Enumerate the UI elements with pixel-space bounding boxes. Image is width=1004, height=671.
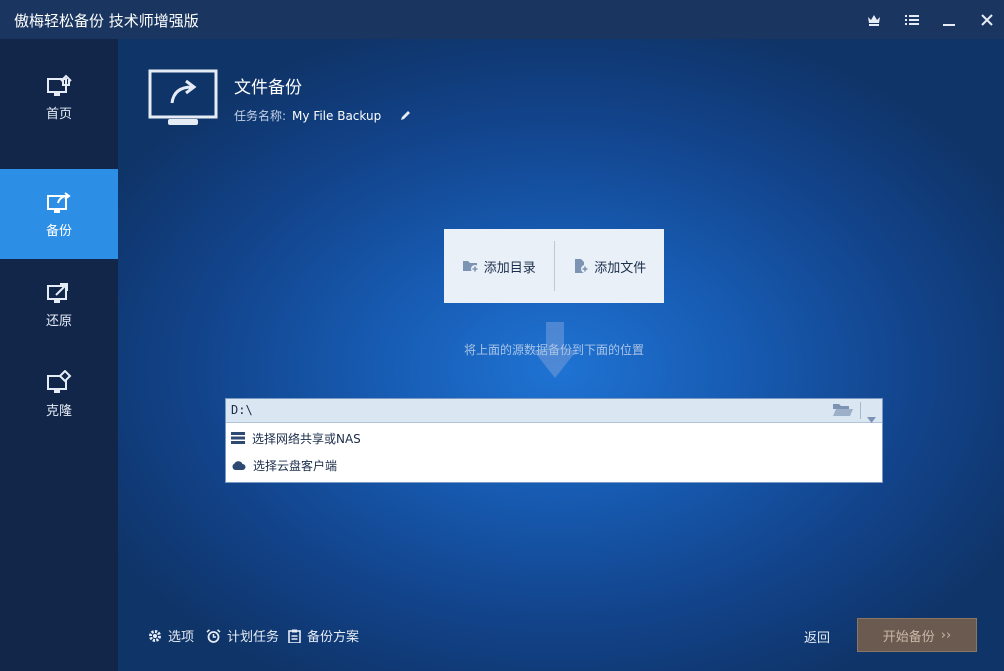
alarm-clock-icon: [206, 628, 221, 643]
backup-icon: [47, 191, 71, 213]
backup-scheme-label: 备份方案: [307, 630, 360, 645]
crown-icon[interactable]: [862, 8, 886, 32]
options-label: 选项: [168, 630, 195, 645]
main-panel: 文件备份 任务名称: My File Backup 添加目录 添加文件 将上面的…: [118, 39, 1004, 671]
sidebar-item-label: 克隆: [45, 403, 72, 419]
add-file-button[interactable]: 添加文件: [555, 229, 665, 303]
source-selector: 添加目录 添加文件: [444, 229, 664, 303]
start-backup-button[interactable]: 开始备份 ››: [857, 618, 977, 652]
window-title: 傲梅轻松备份 技术师增强版: [14, 12, 199, 30]
back-button[interactable]: 返回: [804, 627, 830, 646]
backup-scheme-button[interactable]: 备份方案: [288, 626, 359, 645]
sidebar-item-label: 首页: [45, 106, 72, 122]
options-button[interactable]: 选项: [148, 626, 194, 645]
option-label: 选择网络共享或NAS: [252, 431, 361, 446]
destination-dropdown: D:\ 选择网络共享或NAS 选择云盘客户端: [225, 398, 883, 483]
sidebar: 首页 备份 还原 克隆: [0, 39, 118, 671]
gear-icon: [149, 629, 161, 642]
home-icon: [47, 74, 72, 96]
backup-hint: 将上面的源数据备份到下面的位置: [463, 343, 644, 357]
cloud-icon: [232, 460, 246, 470]
sidebar-item-backup[interactable]: 备份: [0, 169, 118, 259]
sidebar-item-label: 备份: [45, 223, 72, 239]
schedule-label: 计划任务: [227, 630, 280, 645]
browse-folder-icon[interactable]: [832, 402, 854, 422]
destination-path: D:\: [231, 403, 253, 417]
sidebar-item-label: 还原: [45, 313, 72, 329]
add-file-icon: [575, 259, 590, 273]
chevron-down-icon[interactable]: [867, 408, 876, 427]
file-backup-icon: [148, 69, 220, 133]
task-name-label: 任务名称:: [234, 109, 287, 123]
page-title: 文件备份: [234, 78, 302, 98]
sidebar-item-home[interactable]: 首页: [0, 52, 118, 142]
clone-icon: [47, 369, 72, 393]
start-backup-label: 开始备份: [882, 629, 935, 645]
add-folder-button[interactable]: 添加目录: [444, 229, 554, 303]
minimize-icon[interactable]: [937, 8, 961, 32]
double-chevron-right-icon: ››: [940, 627, 952, 643]
schedule-button[interactable]: 计划任务: [206, 626, 279, 645]
option-cloud[interactable]: 选择云盘客户端: [231, 454, 871, 476]
task-name-value: My File Backup: [292, 108, 382, 123]
option-label: 选择云盘客户端: [253, 458, 338, 473]
add-folder-icon: [462, 261, 479, 273]
close-icon[interactable]: [975, 8, 999, 32]
sidebar-item-clone[interactable]: 克隆: [0, 349, 118, 439]
field-separator: [860, 402, 861, 419]
sidebar-item-restore[interactable]: 还原: [0, 259, 118, 349]
edit-icon[interactable]: [399, 110, 411, 122]
menu-icon[interactable]: [900, 8, 924, 32]
task-name-row: 任务名称: My File Backup: [234, 107, 411, 124]
add-folder-label: 添加目录: [483, 260, 536, 276]
title-bar: 傲梅轻松备份 技术师增强版: [0, 0, 1004, 39]
clipboard-icon: [288, 629, 301, 643]
destination-field[interactable]: D:\: [226, 399, 882, 423]
nas-icon: [231, 432, 245, 444]
option-nas[interactable]: 选择网络共享或NAS: [231, 427, 871, 449]
restore-icon: [47, 282, 68, 303]
add-file-label: 添加文件: [594, 260, 647, 276]
